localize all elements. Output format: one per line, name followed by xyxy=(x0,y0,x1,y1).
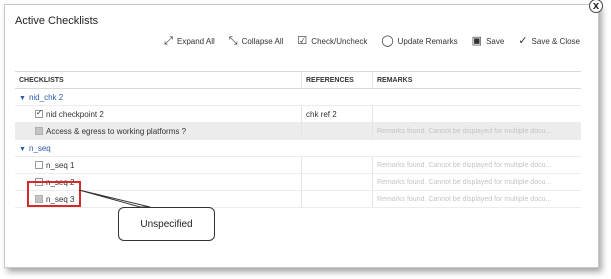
unspecified-highlight-box xyxy=(27,181,81,207)
update-remarks-label: Update Remarks xyxy=(397,36,458,46)
checklist-label: nid checkpoint 2 xyxy=(46,109,104,119)
close-icon[interactable]: x xyxy=(589,0,603,13)
row-checkbox[interactable] xyxy=(35,108,43,119)
save-close-icon: ✓ xyxy=(518,35,528,47)
remarks-cell[interactable]: Remarks found. Cannot be displayed for m… xyxy=(372,190,581,208)
checklist-cell: Access & egress to working platforms ? xyxy=(15,122,302,140)
update-remarks-button[interactable]: ◯ Update Remarks xyxy=(381,35,458,47)
checklist-label: n_seq 1 xyxy=(46,160,75,170)
column-header-remarks[interactable]: REMARKS xyxy=(372,71,581,89)
toolbar: ⤢ Expand All ⤡ Collapse All ☑ Check/Unch… xyxy=(164,35,580,47)
dialog-title: Active Checklists xyxy=(15,15,99,27)
caret-down-icon[interactable]: ▼ xyxy=(19,146,26,153)
group-name: n_seq xyxy=(28,143,51,153)
collapse-all-button[interactable]: ⤡ Collapse All xyxy=(228,35,284,47)
collapse-all-icon: ⤡ xyxy=(228,35,238,47)
table-header-row: CHECKLISTS REFERENCES REMARKS xyxy=(15,71,581,89)
remarks-cell[interactable]: Remarks found. Cannot be displayed for m… xyxy=(372,156,581,174)
checklist-label: Access & egress to working platforms ? xyxy=(46,126,187,136)
reference-cell xyxy=(301,122,373,140)
reference-cell xyxy=(301,156,373,174)
column-header-references[interactable]: REFERENCES xyxy=(301,71,373,89)
reference-cell xyxy=(301,190,373,208)
active-checklists-dialog: x Active Checklists ⤢ Expand All ⤡ Colla… xyxy=(4,0,603,268)
row-checkbox[interactable] xyxy=(35,127,43,136)
group-name: nid_chk 2 xyxy=(28,92,64,102)
table-row[interactable]: n_seq 1 Remarks found. Cannot be display… xyxy=(15,156,581,174)
remarks-cell[interactable]: Remarks found. Cannot be displayed for m… xyxy=(372,173,581,191)
reference-cell: chk ref 2 xyxy=(301,105,373,123)
group-cell[interactable]: ▼ n_seq xyxy=(15,139,581,157)
unspecified-callout: Unspecified xyxy=(118,207,215,241)
caret-down-icon[interactable]: ▼ xyxy=(19,95,26,102)
table-row[interactable]: n_seq 2 Remarks found. Cannot be display… xyxy=(15,173,581,191)
expand-all-button[interactable]: ⤢ Expand All xyxy=(164,35,215,47)
save-icon: ▣ xyxy=(471,35,483,47)
reference-cell xyxy=(301,173,373,191)
table-row[interactable]: nid checkpoint 2 chk ref 2 xyxy=(15,105,581,123)
expand-all-label: Expand All xyxy=(176,36,215,46)
check-uncheck-icon: ☑ xyxy=(297,35,308,47)
group-cell[interactable]: ▼ nid_chk 2 xyxy=(15,88,581,106)
check-uncheck-button[interactable]: ☑ Check/Uncheck xyxy=(297,35,368,47)
save-label: Save xyxy=(486,36,505,46)
table-row[interactable]: n_seq 3 Remarks found. Cannot be display… xyxy=(15,190,581,208)
expand-all-icon: ⤢ xyxy=(164,35,173,47)
table-row[interactable]: Access & egress to working platforms ? R… xyxy=(15,122,581,140)
checklist-table: CHECKLISTS REFERENCES REMARKS ▼ nid_chk 2… xyxy=(15,71,581,208)
save-close-button[interactable]: ✓ Save & Close xyxy=(518,35,580,47)
check-uncheck-label: Check/Uncheck xyxy=(311,36,368,46)
remarks-cell[interactable] xyxy=(372,105,581,123)
collapse-all-label: Collapse All xyxy=(241,36,284,46)
group-row-nid-chk-2[interactable]: ▼ nid_chk 2 xyxy=(15,88,581,106)
group-row-n-seq[interactable]: ▼ n_seq xyxy=(15,139,581,157)
save-button[interactable]: ▣ Save xyxy=(471,35,505,47)
save-close-label: Save & Close xyxy=(531,36,580,46)
row-checkbox[interactable] xyxy=(35,161,43,170)
update-remarks-icon: ◯ xyxy=(381,35,394,47)
remarks-cell[interactable]: Remarks found. Cannot be displayed for m… xyxy=(372,122,581,140)
checklist-cell: n_seq 1 xyxy=(15,156,302,174)
column-header-checklists[interactable]: CHECKLISTS xyxy=(15,71,302,89)
checklist-cell: nid checkpoint 2 xyxy=(15,105,302,123)
